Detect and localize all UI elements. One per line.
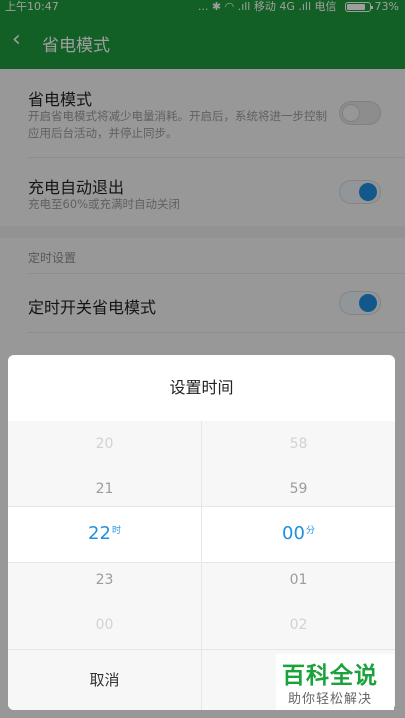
hour-unit: 时 bbox=[111, 526, 121, 536]
hour-picker[interactable]: 20 21 22时 23 00 bbox=[8, 421, 201, 649]
hour-selected[interactable]: 22时 bbox=[8, 523, 201, 544]
watermark-logo: 百科全说 助你轻松解决 bbox=[276, 654, 394, 710]
hour-option[interactable]: 21 bbox=[8, 481, 201, 497]
hour-option[interactable]: 00 bbox=[8, 617, 201, 633]
minute-picker[interactable]: 58 59 00分 01 02 bbox=[202, 421, 395, 649]
hour-option[interactable]: 20 bbox=[8, 436, 201, 452]
dialog-title: 设置时间 bbox=[169, 378, 234, 397]
minute-option[interactable]: 59 bbox=[202, 481, 395, 497]
hour-option[interactable]: 23 bbox=[8, 572, 201, 588]
minute-unit: 分 bbox=[305, 526, 315, 536]
watermark-title: 百科全说 bbox=[282, 663, 378, 689]
minute-option[interactable]: 02 bbox=[202, 617, 395, 633]
minute-option[interactable]: 58 bbox=[202, 436, 395, 452]
minute-selected[interactable]: 00分 bbox=[202, 523, 395, 544]
cancel-button[interactable]: 取消 bbox=[8, 650, 201, 710]
minute-option[interactable]: 01 bbox=[202, 572, 395, 588]
hour-selected-value: 22 bbox=[88, 523, 111, 544]
minute-selected-value: 00 bbox=[282, 523, 305, 544]
watermark-subtitle: 助你轻松解决 bbox=[288, 692, 373, 707]
